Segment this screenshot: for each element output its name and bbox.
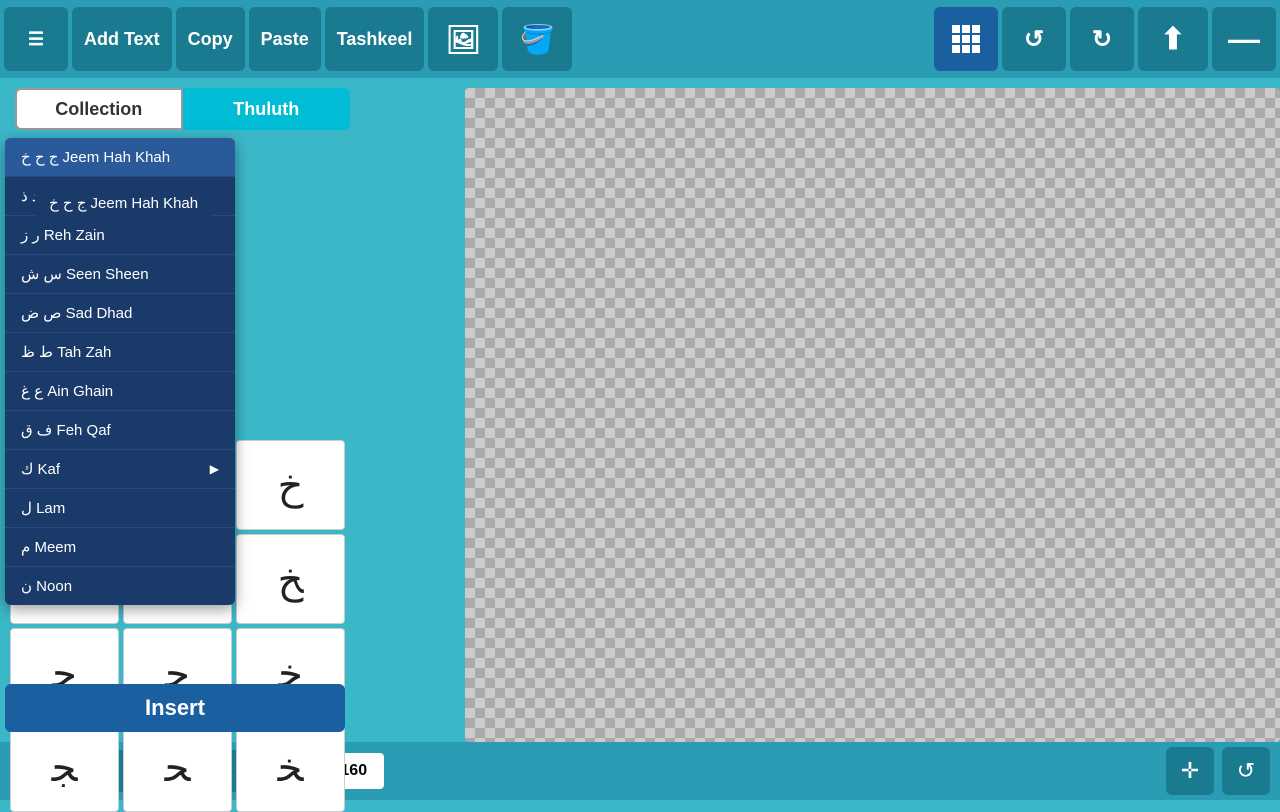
top-toolbar: ☰ Add Text Copy Paste Tashkeel 🖼 🪣 ↺ ↻ ⬆… xyxy=(0,0,1280,78)
paste-button[interactable]: Paste xyxy=(249,7,321,71)
dropdown-item-jeem-hah-khah[interactable]: ج ح خ Jeem Hah Khah xyxy=(5,138,235,177)
char-cell-10[interactable]: ﺤ xyxy=(123,722,232,812)
dropdown-item-feh-qaf[interactable]: ف ق Feh Qaf xyxy=(5,411,235,450)
dropdown-item-kaf[interactable]: ك Kaf ▶ xyxy=(5,450,235,489)
tooltip: ج ح خ Jeem Hah Khah xyxy=(35,186,212,220)
minus-button[interactable]: — xyxy=(1212,7,1276,71)
thuluth-tab[interactable]: Thuluth xyxy=(183,88,351,130)
paint-button[interactable]: 🪣 xyxy=(502,7,572,71)
dropdown-item-noon[interactable]: ن Noon xyxy=(5,567,235,605)
dropdown-item-sad-dhad[interactable]: ص ض Sad Dhad xyxy=(5,294,235,333)
tashkeel-button[interactable]: Tashkeel xyxy=(325,7,425,71)
dropdown-item-seen-sheen[interactable]: س ش Seen Sheen xyxy=(5,255,235,294)
canvas-area[interactable] xyxy=(355,78,1280,742)
kaf-arrow-icon: ▶ xyxy=(210,462,219,476)
char-cell-2[interactable]: ﺥ xyxy=(236,440,345,530)
insert-button[interactable]: Insert xyxy=(5,684,345,732)
collection-tab[interactable]: Collection xyxy=(15,88,183,130)
add-text-button[interactable]: Add Text xyxy=(72,7,172,71)
image-button[interactable]: 🖼 xyxy=(428,7,498,71)
char-cell-11[interactable]: ﺨ xyxy=(236,722,345,812)
move-button[interactable]: ✛ xyxy=(1166,747,1214,795)
left-panel: Collection Thuluth ج ح خ Jeem Hah Khah ج… xyxy=(0,78,355,742)
grid-button[interactable] xyxy=(934,7,998,71)
canvas[interactable] xyxy=(465,88,1280,742)
dropdown-item-tah-zah[interactable]: ط ظ Tah Zah xyxy=(5,333,235,372)
dropdown-item-meem[interactable]: م Meem xyxy=(5,528,235,567)
redo-button[interactable]: ↻ xyxy=(1070,7,1134,71)
dropdown-item-lam[interactable]: ل Lam xyxy=(5,489,235,528)
main-area: Collection Thuluth ج ح خ Jeem Hah Khah ج… xyxy=(0,78,1280,742)
refresh-button[interactable]: ↺ xyxy=(1222,747,1270,795)
char-cell-5[interactable]: ﺦ xyxy=(236,534,345,624)
char-cell-9[interactable]: ﺠ xyxy=(10,722,119,812)
dropdown-item-ain-ghain[interactable]: ع غ Ain Ghain xyxy=(5,372,235,411)
menu-button[interactable]: ☰ xyxy=(4,7,68,71)
copy-button[interactable]: Copy xyxy=(176,7,245,71)
font-selector-row: Collection Thuluth xyxy=(15,88,350,130)
undo-button[interactable]: ↺ xyxy=(1002,7,1066,71)
grid-icon xyxy=(951,24,981,54)
export-button[interactable]: ⬆ xyxy=(1138,7,1208,71)
